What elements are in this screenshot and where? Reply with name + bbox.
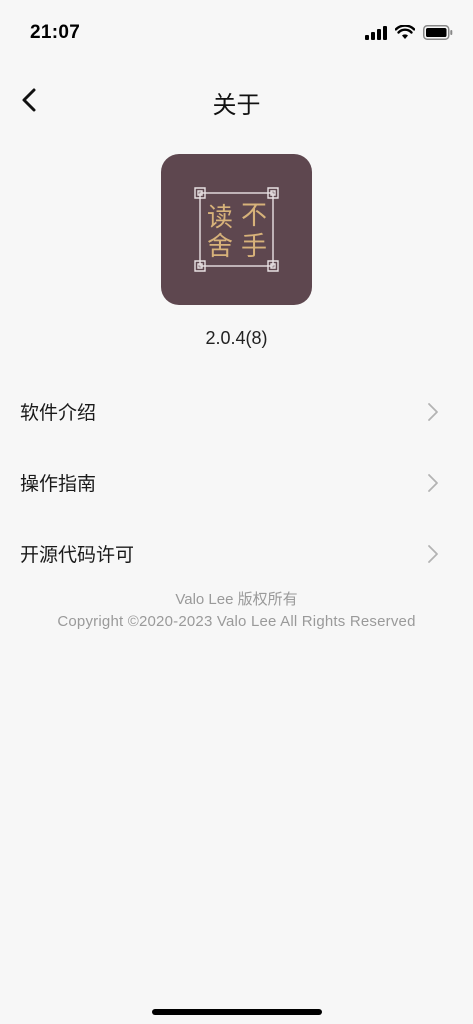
menu-item-label: 操作指南 <box>20 473 97 495</box>
menu-item-intro[interactable]: 软件介绍 <box>0 376 473 447</box>
chevron-right-icon <box>428 474 438 492</box>
menu-item-label: 软件介绍 <box>20 402 97 424</box>
logo-char-4: 手 <box>241 232 267 262</box>
nav-bar: 关于 <box>0 70 473 130</box>
home-indicator[interactable] <box>152 1009 322 1015</box>
status-bar: 21:07 <box>0 0 473 60</box>
wifi-icon <box>395 25 415 39</box>
signal-icon <box>365 25 387 40</box>
logo-char-3: 舍 <box>207 232 233 262</box>
logo-char-1: 读 <box>207 203 233 233</box>
version-label: 2.0.4(8) <box>205 328 268 348</box>
copyright-footer: Valo Lee 版权所有 Copyright ©2020-2023 Valo … <box>0 589 473 633</box>
menu-item-label: 开源代码许可 <box>20 544 135 566</box>
status-icons <box>365 25 453 40</box>
chevron-right-icon <box>428 403 438 421</box>
copyright-owner: Valo Lee 版权所有 <box>175 591 298 608</box>
settings-menu: 软件介绍 操作指南 开源代码许可 <box>0 376 473 589</box>
copyright-notice: Copyright ©2020-2023 Valo Lee All Rights… <box>57 613 416 630</box>
app-logo: 读 不 舍 手 <box>161 154 312 305</box>
logo-char-2: 不 <box>241 201 267 231</box>
menu-item-open-source[interactable]: 开源代码许可 <box>0 518 473 589</box>
page-title: 关于 <box>212 91 261 119</box>
chevron-right-icon <box>428 545 438 563</box>
status-time: 21:07 <box>30 22 81 43</box>
battery-icon <box>423 25 453 40</box>
menu-item-guide[interactable]: 操作指南 <box>0 447 473 518</box>
